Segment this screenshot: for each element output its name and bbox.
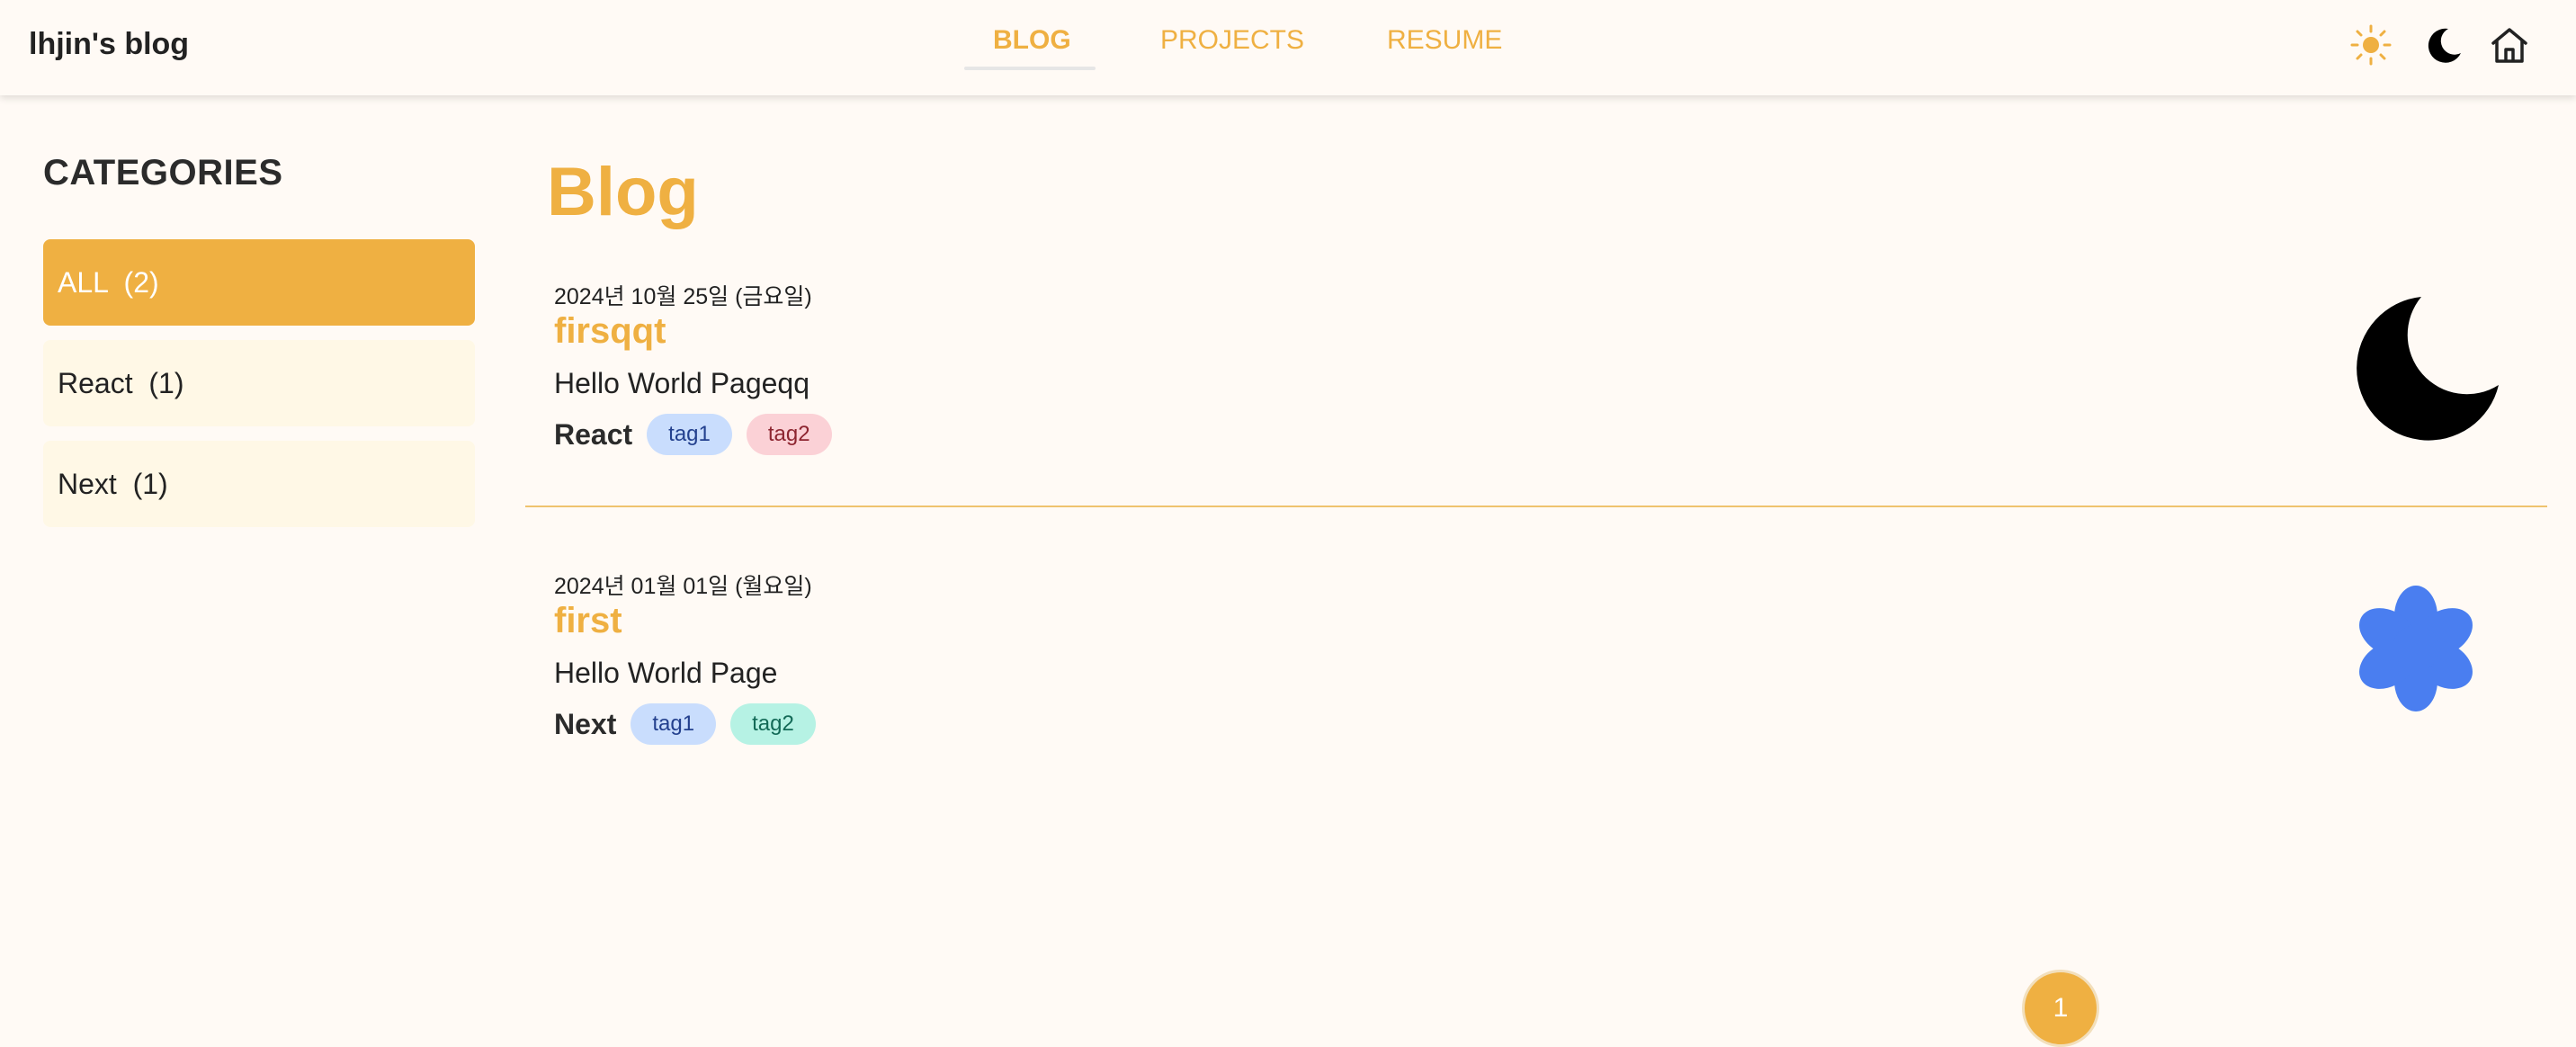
post-category[interactable]: Next bbox=[554, 708, 616, 741]
post-meta: Next tag1 tag2 bbox=[554, 703, 830, 745]
category-label: ALL (2) bbox=[58, 265, 159, 299]
pagination-page-1[interactable]: 1 bbox=[2022, 970, 2099, 1047]
post-tag[interactable]: tag2 bbox=[730, 703, 816, 745]
post-title[interactable]: firsqqt bbox=[554, 311, 666, 352]
home-icon[interactable] bbox=[2488, 23, 2531, 67]
post-date: 2024년 10월 25일 (금요일) bbox=[554, 284, 812, 309]
category-label: Next (1) bbox=[58, 467, 168, 500]
nav-blog[interactable]: BLOG bbox=[993, 25, 1071, 56]
post-tag[interactable]: tag2 bbox=[746, 414, 832, 455]
post-tag[interactable]: tag1 bbox=[631, 703, 717, 745]
page-title: Blog bbox=[547, 154, 699, 230]
sun-icon[interactable] bbox=[2349, 23, 2393, 67]
category-react[interactable]: React (1) bbox=[43, 340, 475, 426]
nav-resume[interactable]: RESUME bbox=[1387, 25, 1502, 56]
category-all[interactable]: ALL (2) bbox=[43, 239, 475, 326]
categories-heading: CATEGORIES bbox=[43, 153, 283, 192]
blog-brand[interactable]: lhjin's blog bbox=[29, 27, 189, 62]
moon-icon[interactable] bbox=[2421, 23, 2464, 67]
category-label: React (1) bbox=[58, 366, 184, 399]
post-meta: React tag1 tag2 bbox=[554, 414, 846, 455]
post-card[interactable]: 2024년 10월 25일 (금요일) firsqqt Hello World … bbox=[525, 279, 2547, 504]
post-title[interactable]: first bbox=[554, 601, 622, 641]
blue-flower-icon bbox=[2353, 581, 2479, 720]
crescent-moon-icon bbox=[2348, 288, 2509, 454]
categories-sidebar: CATEGORIES ALL (2) React (1) Next (1) bbox=[43, 153, 475, 527]
post-divider bbox=[525, 506, 2547, 507]
post-card[interactable]: 2024년 01월 01일 (월요일) first Hello World Pa… bbox=[525, 568, 2547, 784]
category-next[interactable]: Next (1) bbox=[43, 441, 475, 527]
post-description: Hello World Page bbox=[554, 657, 778, 689]
post-description: Hello World Pageqq bbox=[554, 367, 810, 399]
post-tag[interactable]: tag1 bbox=[647, 414, 732, 455]
post-category[interactable]: React bbox=[554, 418, 632, 452]
nav-active-underline bbox=[964, 67, 1096, 70]
post-date: 2024년 01월 01일 (월요일) bbox=[554, 574, 812, 599]
top-navbar: lhjin's blog BLOG PROJECTS RESUME bbox=[0, 0, 2576, 95]
nav-projects[interactable]: PROJECTS bbox=[1160, 25, 1304, 56]
